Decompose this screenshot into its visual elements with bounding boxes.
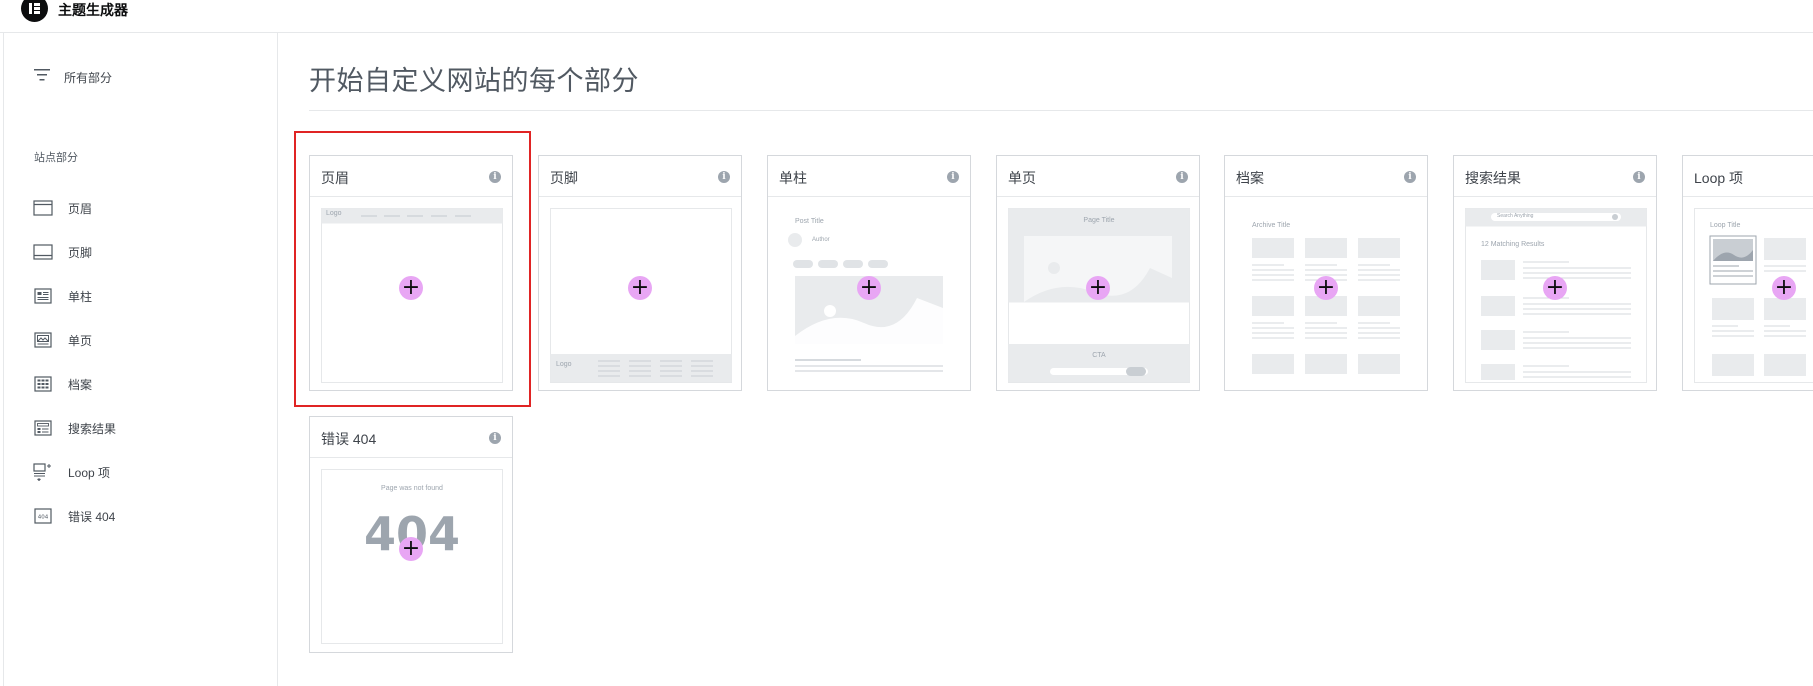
loop-item-icon — [33, 463, 53, 481]
preview-logo-text: Logo — [326, 210, 342, 217]
card-header: 搜索结果 i — [1454, 156, 1656, 197]
add-template-button[interactable]: + — [399, 276, 423, 300]
sidebar-item-loop-item[interactable]: Loop 项 — [33, 461, 110, 483]
sidebar-item-label: 所有部分 — [64, 70, 113, 85]
elementor-logo-icon — [21, 0, 48, 22]
title-divider — [309, 110, 1813, 111]
sidebar-item-label: 单页 — [68, 333, 93, 348]
error-404-icon: 404 — [33, 507, 53, 525]
preview-post-title: Post Title — [795, 218, 824, 225]
template-card-search-results[interactable]: 搜索结果 i Search Anything 12 Matching Resul… — [1453, 155, 1657, 391]
sidebar-item-archive[interactable]: 档案 — [33, 373, 92, 395]
preview-author: Author — [812, 237, 830, 243]
card-title: 档案 — [1236, 170, 1264, 186]
add-template-button[interactable]: + — [628, 276, 652, 300]
card-title: 页眉 — [321, 170, 349, 186]
sidebar-item-header[interactable]: 页眉 — [33, 197, 92, 219]
preview-search-placeholder: Search Anything — [1497, 213, 1534, 219]
template-card-single-post[interactable]: 单柱 i Post Title Author + — [767, 155, 971, 391]
footer-icon — [33, 243, 53, 261]
sidebar-item-single-post[interactable]: 单柱 — [33, 285, 92, 307]
card-header: 单页 i — [997, 156, 1199, 197]
card-header: Loop 项 — [1683, 156, 1813, 197]
single-post-icon — [33, 287, 53, 305]
info-icon[interactable]: i — [947, 171, 959, 183]
preview-archive-title: Archive Title — [1252, 222, 1291, 229]
card-header: 单柱 i — [768, 156, 970, 197]
sidebar-section-heading: 站点部分 — [34, 152, 78, 164]
sidebar-item-label: Loop 项 — [68, 465, 111, 480]
sidebar-item-single-page[interactable]: 单页 — [33, 329, 92, 351]
sidebar-item-all-parts[interactable]: 所有部分 — [34, 67, 112, 87]
card-title: 页脚 — [550, 170, 578, 186]
svg-text:404: 404 — [38, 515, 49, 521]
header-icon — [33, 199, 53, 217]
sidebar-item-label: 页脚 — [68, 245, 93, 260]
card-title: 错误 404 — [321, 431, 377, 447]
card-preview: Page was not found 404 + — [321, 469, 503, 644]
sidebar-item-label: 页眉 — [68, 201, 93, 216]
add-template-button[interactable]: + — [1543, 276, 1567, 300]
sidebar: 所有部分 站点部分 页眉 页脚 单柱 单页 档案 搜索结果 Loop 项 404… — [4, 33, 278, 686]
sidebar-item-label: 错误 404 — [68, 509, 116, 524]
info-icon[interactable]: i — [1404, 171, 1416, 183]
card-title: 单页 — [1008, 170, 1036, 186]
card-preview: Loop Title + — [1694, 208, 1813, 383]
card-preview: Logo + — [550, 208, 732, 383]
template-card-single-page[interactable]: 单页 i Page Title CTA + — [996, 155, 1200, 391]
single-page-icon — [33, 331, 53, 349]
template-card-archive[interactable]: 档案 i Archive Title + — [1224, 155, 1428, 391]
card-header: 页脚 i — [539, 156, 741, 197]
card-header: 页眉 i — [310, 156, 512, 197]
card-preview: Page Title CTA + — [1008, 208, 1190, 383]
template-card-header[interactable]: 页眉 i Logo + — [309, 155, 513, 391]
add-template-button[interactable]: + — [399, 537, 423, 561]
preview-logo-text: Logo — [556, 361, 572, 368]
sidebar-item-footer[interactable]: 页脚 — [33, 241, 92, 263]
archive-icon — [33, 375, 53, 393]
sidebar-item-label: 搜索结果 — [68, 421, 117, 436]
template-card-error-404[interactable]: 错误 404 i Page was not found 404 + — [309, 416, 513, 653]
template-card-loop-item[interactable]: Loop 项 Loop Title + — [1682, 155, 1813, 391]
card-preview: Logo + — [321, 208, 503, 383]
preview-loop-title: Loop Title — [1710, 222, 1741, 229]
info-icon[interactable]: i — [489, 171, 501, 183]
sidebar-item-error-404[interactable]: 404 错误 404 — [33, 505, 115, 527]
info-icon[interactable]: i — [718, 171, 730, 183]
sidebar-item-search-results[interactable]: 搜索结果 — [33, 417, 116, 439]
card-preview: Search Anything 12 Matching Results + — [1465, 208, 1647, 383]
search-results-icon — [33, 419, 53, 437]
sidebar-item-label: 单柱 — [68, 289, 93, 304]
info-icon[interactable]: i — [1176, 171, 1188, 183]
preview-page-title: Page Title — [1083, 217, 1115, 224]
preview-results-count: 12 Matching Results — [1481, 241, 1545, 248]
preview-cta: CTA — [1092, 352, 1106, 359]
add-template-button[interactable]: + — [1314, 276, 1338, 300]
card-title: Loop 项 — [1694, 170, 1744, 186]
sidebar-item-label: 档案 — [68, 377, 93, 392]
page-title: 开始自定义网站的每个部分 — [309, 66, 639, 96]
add-template-button[interactable]: + — [1772, 276, 1796, 300]
card-title: 单柱 — [779, 170, 807, 186]
info-icon[interactable]: i — [489, 432, 501, 444]
card-header: 错误 404 i — [310, 417, 512, 458]
add-template-button[interactable]: + — [1086, 276, 1110, 300]
card-title: 搜索结果 — [1465, 170, 1521, 186]
add-template-button[interactable]: + — [857, 276, 881, 300]
filter-icon — [34, 68, 50, 86]
card-preview: Post Title Author + — [779, 208, 961, 383]
card-header: 档案 i — [1225, 156, 1427, 197]
preview-not-found-text: Page was not found — [381, 485, 443, 492]
app-title: 主题生成器 — [58, 2, 128, 18]
top-bar: 主题生成器 — [0, 0, 1813, 33]
info-icon[interactable]: i — [1633, 171, 1645, 183]
card-preview: Archive Title + — [1236, 208, 1418, 383]
template-card-footer[interactable]: 页脚 i Logo + — [538, 155, 742, 391]
